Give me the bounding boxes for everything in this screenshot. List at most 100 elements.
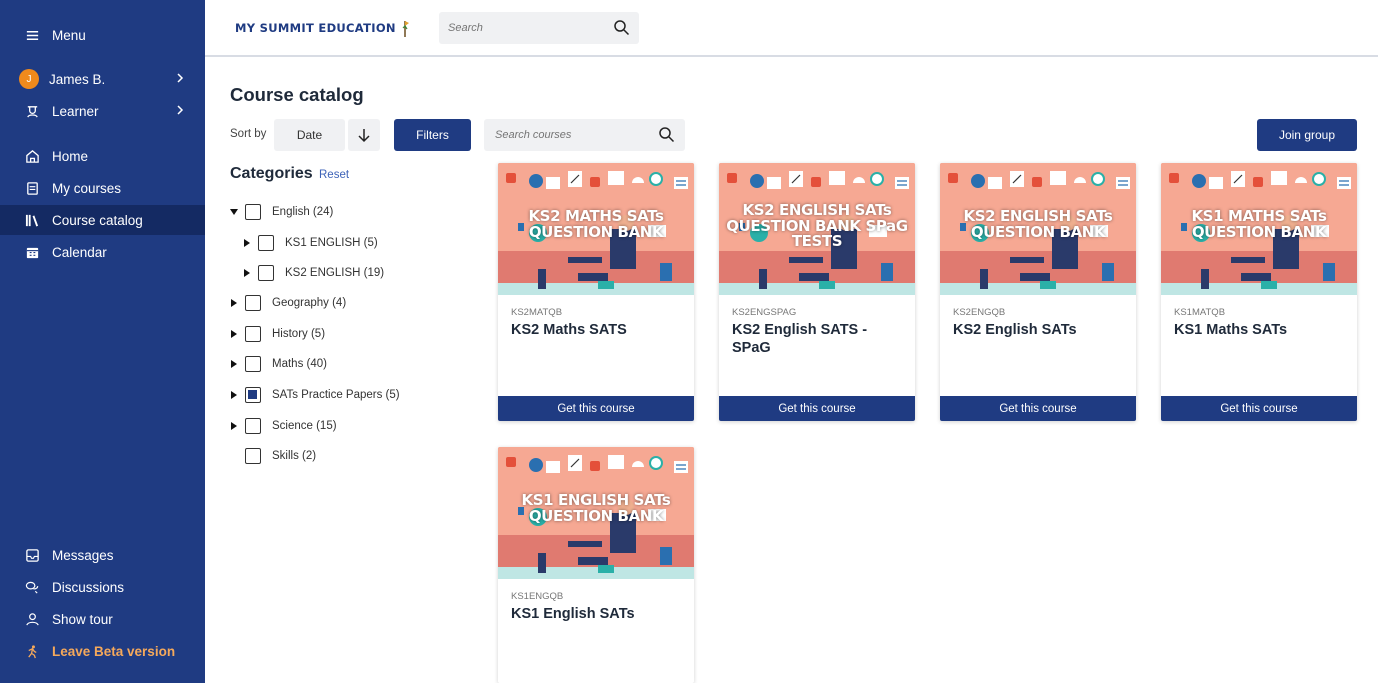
course-search-input[interactable] (495, 129, 645, 141)
course-thumbnail-title: KS1 MATHS SATs QUESTION BANK (1191, 207, 1327, 241)
sidebar-item-label: My courses (52, 180, 122, 196)
category-checkbox[interactable] (245, 448, 261, 464)
chevron-right-icon (177, 73, 184, 83)
sidebar-item-my-courses[interactable]: My courses (0, 173, 205, 203)
course-thumbnail-title: KS2 MATHS SATs QUESTION BANK (528, 207, 664, 241)
course-thumbnail-title: KS2 ENGLISH SATs QUESTION BANK SPaG TEST… (726, 201, 908, 250)
filters-button[interactable]: Filters (394, 119, 471, 151)
sidebar-item-label: Messages (52, 547, 114, 563)
sidebar-item-home[interactable]: Home (0, 141, 205, 171)
category-label: KS1 ENGLISH (5) (285, 237, 378, 249)
category-item: Skills (2) (229, 447, 316, 465)
logo-flag-icon (402, 21, 409, 37)
menu-toggle[interactable]: Menu (0, 20, 205, 50)
course-thumbnail-title: KS1 ENGLISH SATs QUESTION BANK (521, 491, 671, 525)
course-name[interactable]: KS2 Maths SATS (511, 321, 683, 339)
sidebar-item-discussions[interactable]: Discussions (0, 572, 205, 602)
category-checkbox[interactable] (258, 235, 274, 251)
categories-title: Categories (230, 165, 313, 182)
library-icon (24, 212, 40, 228)
sidebar-item-label: Calendar (52, 244, 107, 260)
category-checkbox[interactable] (245, 356, 261, 372)
message-icon (24, 547, 40, 563)
sidebar-item-messages[interactable]: Messages (0, 540, 205, 570)
get-course-button[interactable]: Get this course (719, 396, 915, 421)
category-label: Science (15) (272, 420, 337, 432)
course-thumbnail-title: KS2 ENGLISH SATs QUESTION BANK (963, 207, 1113, 241)
caret-right-icon[interactable] (229, 390, 239, 400)
user-name: James B. (49, 71, 106, 87)
category-label: KS2 ENGLISH (19) (285, 267, 385, 279)
course-code: KS1MATQB (1174, 307, 1226, 318)
course-search[interactable] (484, 119, 685, 151)
course-thumbnail[interactable]: KS2 ENGLISH SATs QUESTION BANK (940, 163, 1136, 295)
category-item: Maths (40) (229, 355, 327, 373)
category-item: English (24) (229, 203, 333, 221)
header-search[interactable] (439, 12, 639, 44)
category-checkbox[interactable] (258, 265, 274, 281)
category-checkbox[interactable] (245, 418, 261, 434)
sort-direction-button[interactable] (348, 119, 380, 151)
user-menu[interactable]: J James B. (0, 64, 205, 94)
category-checkbox-checked[interactable] (245, 387, 261, 403)
sidebar-item-leave-beta[interactable]: Leave Beta version (0, 636, 205, 666)
course-name[interactable]: KS2 English SATS - SPaG (732, 321, 904, 357)
top-bar: MY SUMMIT EDUCATION (205, 0, 1378, 57)
get-course-button[interactable]: Get this course (498, 396, 694, 421)
sidebar-item-course-catalog[interactable]: Course catalog (0, 205, 205, 235)
categories-reset-link[interactable]: Reset (319, 169, 349, 181)
category-label: Geography (4) (272, 297, 347, 309)
course-thumbnail[interactable]: KS1 MATHS SATs QUESTION BANK (1161, 163, 1357, 295)
category-checkbox[interactable] (245, 204, 261, 220)
caret-right-icon[interactable] (229, 359, 239, 369)
sidebar-item-show-tour[interactable]: Show tour (0, 604, 205, 634)
logo[interactable]: MY SUMMIT EDUCATION (235, 19, 410, 37)
course-name[interactable]: KS1 English SATs (511, 605, 683, 623)
chevron-right-icon (177, 105, 184, 115)
sidebar: Menu J James B. Learner Home My courses … (0, 0, 205, 683)
menu-label: Menu (52, 27, 86, 43)
search-icon[interactable] (613, 19, 630, 36)
course-card[interactable]: KS2 ENGLISH SATs QUESTION BANK SPaG TEST… (719, 163, 915, 421)
course-thumbnail[interactable]: KS2 MATHS SATs QUESTION BANK (498, 163, 694, 295)
course-card[interactable]: KS1 ENGLISH SATs QUESTION BANK KS1ENGQB … (498, 447, 694, 683)
calendar-icon (24, 244, 40, 260)
course-card[interactable]: KS2 ENGLISH SATs QUESTION BANK KS2ENGQB … (940, 163, 1136, 421)
course-name[interactable]: KS2 English SATs (953, 321, 1125, 339)
caret-right-icon[interactable] (229, 421, 239, 431)
course-thumbnail[interactable]: KS1 ENGLISH SATs QUESTION BANK (498, 447, 694, 579)
get-course-button[interactable]: Get this course (940, 396, 1136, 421)
category-label: Skills (2) (272, 450, 317, 462)
course-card[interactable]: KS2 MATHS SATs QUESTION BANK KS2MATQB KS… (498, 163, 694, 421)
category-label: Maths (40) (272, 358, 327, 370)
course-thumbnail[interactable]: KS2 ENGLISH SATs QUESTION BANK SPaG TEST… (719, 163, 915, 295)
category-label: English (24) (272, 206, 334, 218)
beta-icon (24, 643, 40, 659)
sidebar-item-calendar[interactable]: Calendar (0, 237, 205, 267)
caret-right-icon[interactable] (229, 298, 239, 308)
category-checkbox[interactable] (245, 295, 261, 311)
course-card[interactable]: KS1 MATHS SATs QUESTION BANK KS1MATQB KS… (1161, 163, 1357, 421)
category-item: Geography (4) (229, 294, 346, 312)
role-menu[interactable]: Learner (0, 96, 205, 126)
course-code: KS2ENGQB (953, 307, 1006, 318)
caret-down-icon[interactable] (229, 207, 239, 217)
course-code: KS1ENGQB (511, 591, 564, 602)
join-group-button[interactable]: Join group (1257, 119, 1357, 151)
category-checkbox[interactable] (245, 326, 261, 342)
header-search-input[interactable] (448, 22, 598, 34)
category-item: History (5) (229, 325, 325, 343)
arrow-down-icon (358, 129, 370, 143)
page-title: Course catalog (230, 84, 364, 105)
sort-select[interactable]: Date (274, 119, 345, 151)
course-code: KS2ENGSPAG (732, 307, 797, 318)
get-course-button[interactable]: Get this course (1161, 396, 1357, 421)
search-icon[interactable] (658, 126, 675, 143)
caret-right-icon[interactable] (242, 268, 252, 278)
category-item: KS2 ENGLISH (19) (242, 264, 384, 282)
caret-right-icon[interactable] (242, 238, 252, 248)
sidebar-item-label: Course catalog (52, 212, 143, 228)
caret-right-icon[interactable] (229, 329, 239, 339)
role-label: Learner (52, 103, 99, 119)
course-name[interactable]: KS1 Maths SATs (1174, 321, 1346, 339)
